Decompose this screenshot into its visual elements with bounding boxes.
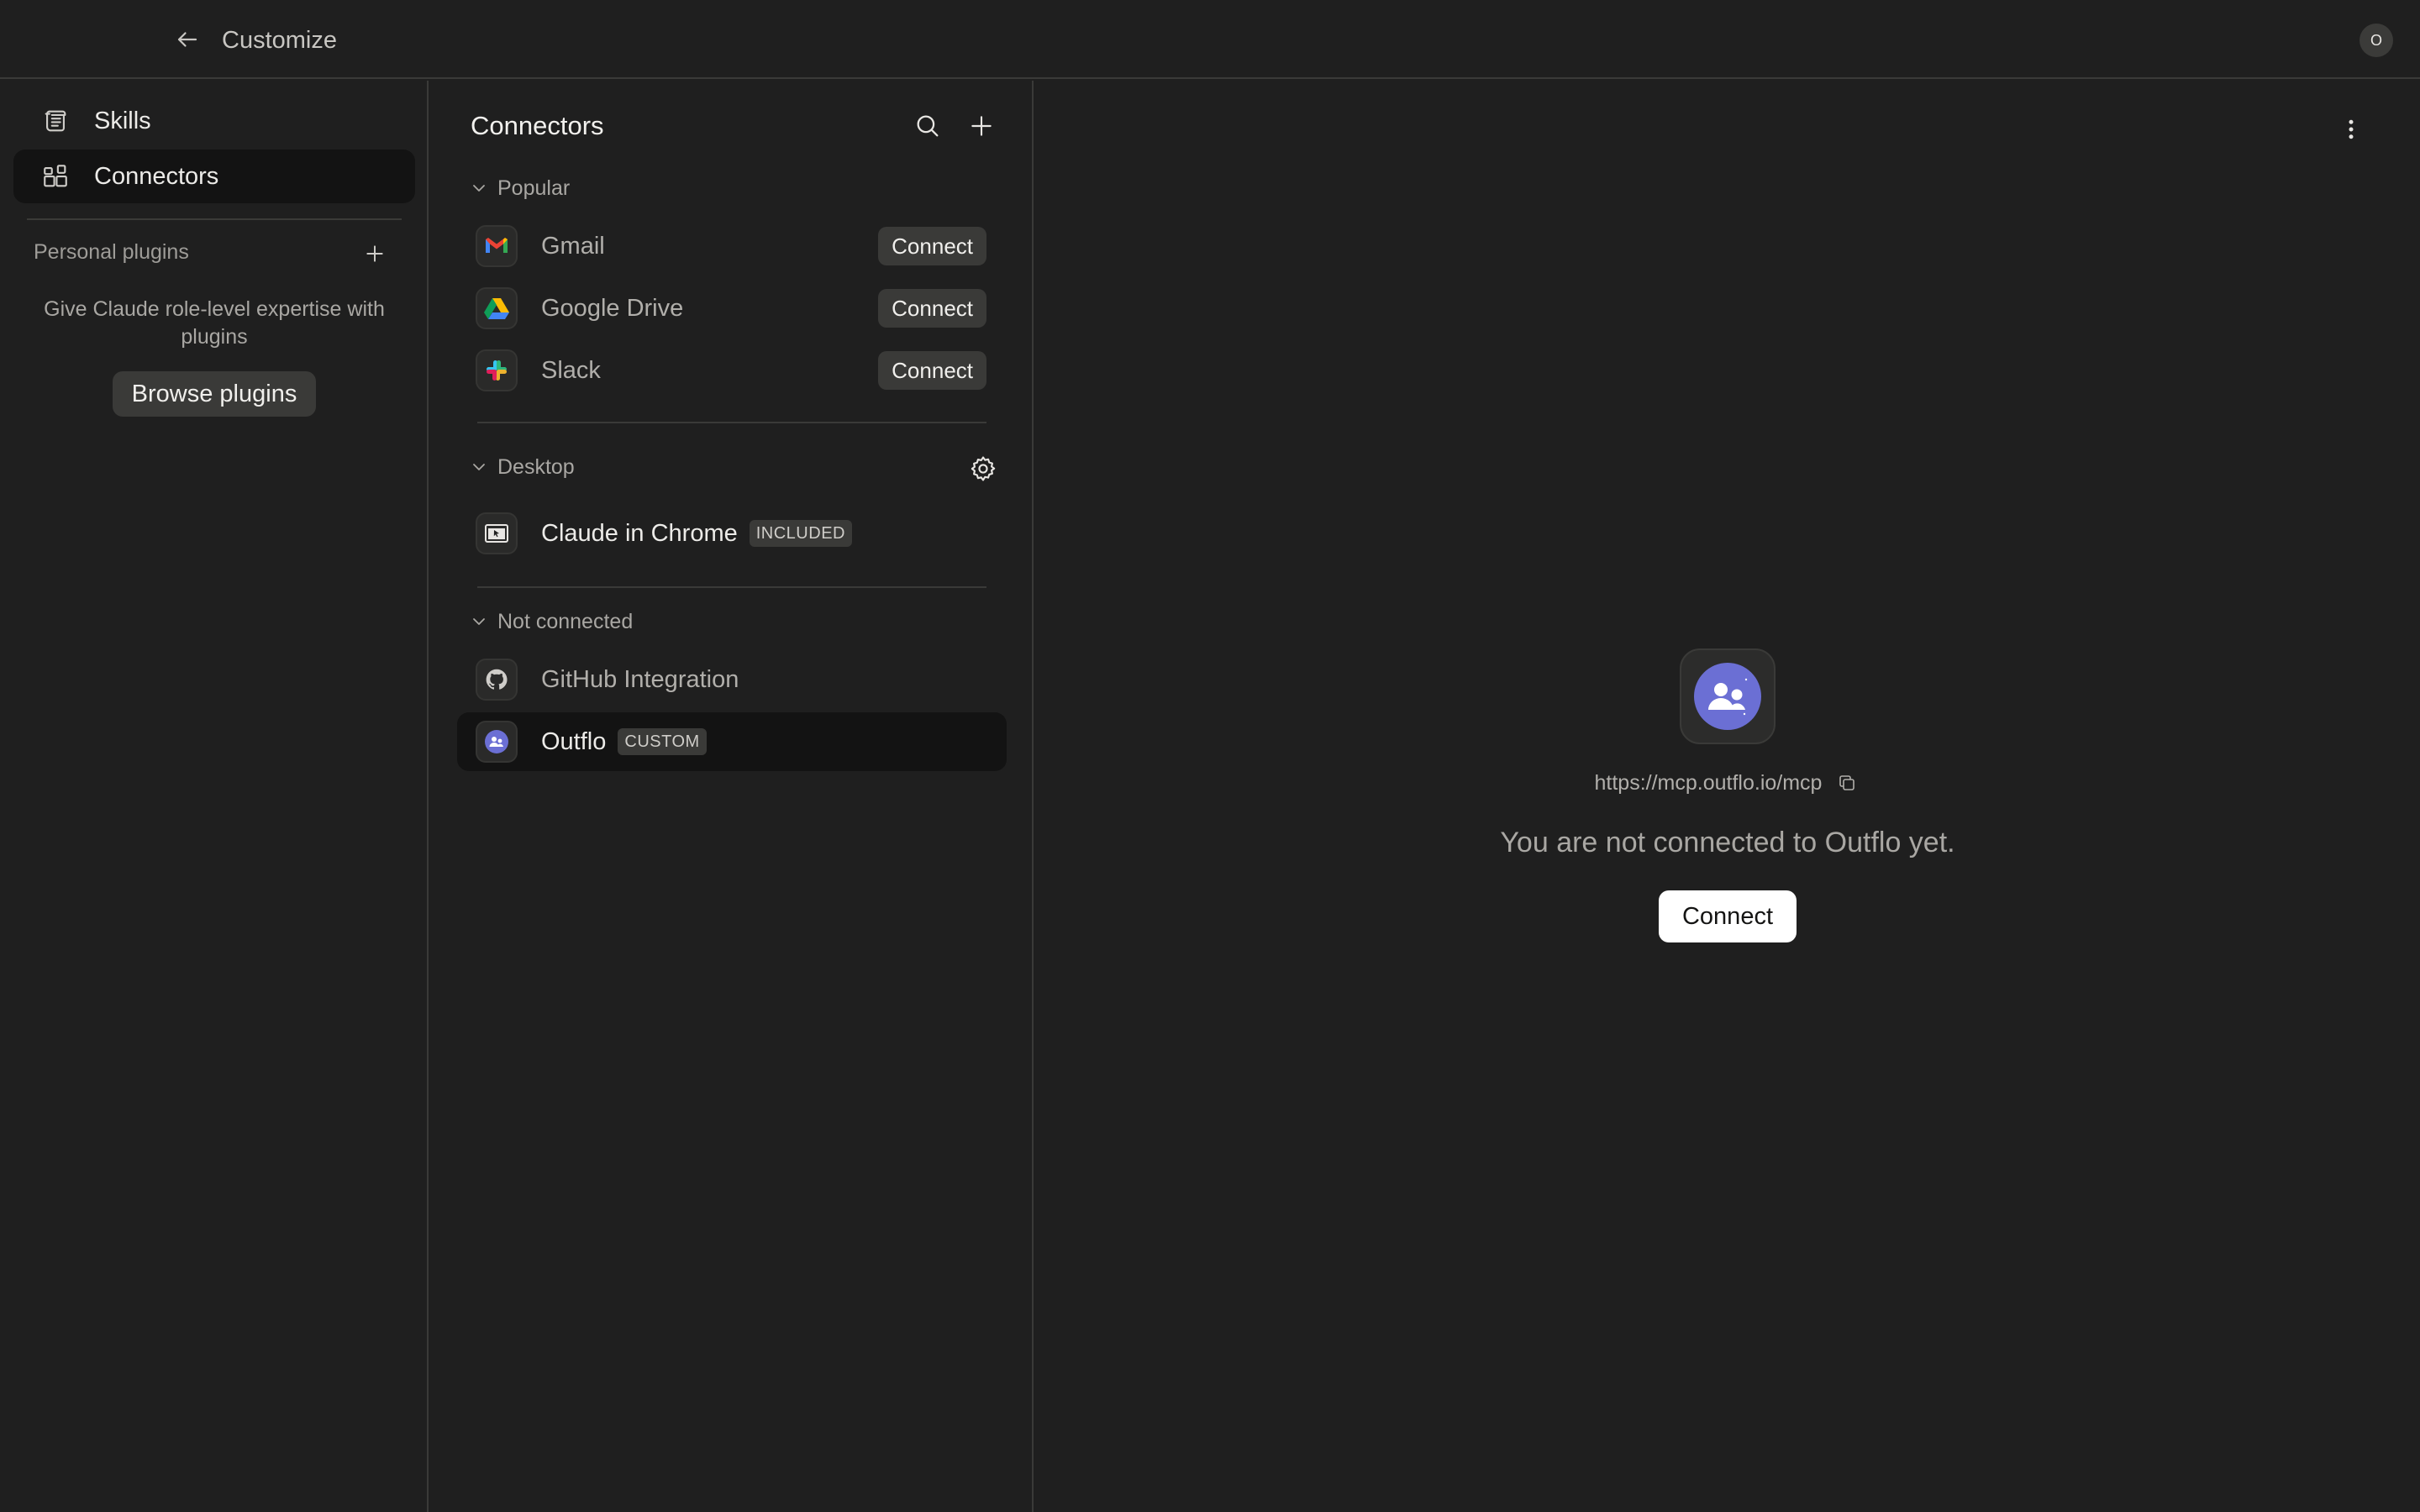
back-button[interactable] — [168, 23, 207, 56]
page-title: Customize — [222, 27, 337, 54]
section-divider — [477, 586, 986, 588]
sidebar-item-skills[interactable]: Skills — [13, 94, 415, 148]
server-url-row: https://mcp.outflo.io/mcp — [1035, 769, 2420, 796]
connector-name: Claude in Chrome — [541, 519, 738, 547]
section-desktop-toggle[interactable]: Desktop — [467, 452, 575, 482]
chevron-down-icon — [467, 610, 491, 633]
section-label: Popular — [497, 176, 571, 200]
outflo-icon — [1694, 663, 1761, 730]
search-icon — [917, 115, 939, 137]
more-vertical-icon — [2349, 119, 2354, 139]
connector-row-google-drive[interactable]: Google Drive Connect — [457, 279, 1007, 338]
desktop-settings-button[interactable] — [965, 450, 1002, 487]
plus-icon — [366, 245, 383, 262]
gear-icon — [971, 456, 996, 481]
connector-name: Outflo — [541, 727, 607, 755]
google-drive-icon — [476, 287, 518, 329]
sidebar-item-label: Skills — [94, 107, 151, 134]
chevron-down-icon — [467, 176, 491, 200]
connector-detail-panel: https://mcp.outflo.io/mcp You are not co… — [1035, 81, 2420, 1512]
connection-status-message: You are not connected to Outflo yet. — [1500, 827, 1955, 858]
skills-icon — [40, 106, 71, 136]
custom-badge: CUSTOM — [618, 728, 707, 755]
gmail-icon — [476, 225, 518, 267]
section-label: Desktop — [497, 454, 575, 479]
connect-button[interactable]: Connect — [1659, 890, 1797, 942]
included-badge: INCLUDED — [749, 520, 852, 547]
plus-icon — [971, 116, 992, 136]
copy-url-button[interactable] — [1833, 769, 1860, 796]
plugins-description: Give Claude role-level expertise with pl… — [44, 297, 385, 349]
slack-icon — [476, 349, 518, 391]
avatar[interactable]: O — [2360, 24, 2393, 57]
connectors-title: Connectors — [471, 111, 604, 140]
connector-row-github[interactable]: GitHub Integration — [457, 650, 1007, 709]
sidebar-item-label: Connectors — [94, 162, 219, 190]
connector-name: GitHub Integration — [541, 665, 739, 693]
sidebar-item-connectors[interactable]: Connectors — [13, 150, 415, 203]
section-popular-toggle[interactable]: Popular — [467, 173, 570, 203]
add-plugin-button[interactable] — [358, 237, 392, 270]
slack-connect-button[interactable]: Connect — [878, 351, 986, 390]
add-connector-button[interactable] — [963, 108, 1000, 144]
section-divider — [477, 422, 986, 423]
connector-row-claude-in-chrome[interactable]: Claude in Chrome INCLUDED — [457, 504, 1007, 563]
outflo-icon — [476, 721, 518, 763]
github-icon — [476, 659, 518, 701]
connectors-icon — [40, 161, 71, 192]
personal-plugins-heading: Personal plugins — [34, 240, 189, 264]
top-bar: Customize O — [0, 0, 2420, 79]
connectors-panel: Connectors Popular Gmail Connect Google … — [430, 81, 1034, 1512]
connector-row-gmail[interactable]: Gmail Connect — [457, 217, 1007, 276]
google-drive-connect-button[interactable]: Connect — [878, 289, 986, 328]
arrow-left-icon — [177, 32, 197, 47]
browse-plugins-button[interactable]: Browse plugins — [113, 371, 316, 417]
more-options-button[interactable] — [2333, 111, 2370, 148]
connector-name: Slack — [541, 356, 601, 384]
connector-row-outflo[interactable]: Outflo CUSTOM — [457, 712, 1007, 771]
server-url: https://mcp.outflo.io/mcp — [1594, 770, 1823, 795]
connector-name: Gmail — [541, 232, 605, 260]
search-button[interactable] — [909, 108, 946, 144]
chevron-down-icon — [467, 455, 491, 479]
gmail-connect-button[interactable]: Connect — [878, 227, 986, 265]
copy-icon — [1839, 775, 1855, 790]
section-not-connected-toggle[interactable]: Not connected — [467, 606, 633, 637]
connector-row-slack[interactable]: Slack Connect — [457, 341, 1007, 400]
section-label: Not connected — [497, 609, 634, 633]
outflo-logo — [1680, 648, 1776, 744]
sidebar-divider — [27, 218, 402, 220]
connector-name: Google Drive — [541, 294, 684, 322]
chrome-extension-icon — [476, 512, 518, 554]
sidebar-nav: Skills Connectors Personal plugins Give … — [0, 81, 429, 1512]
